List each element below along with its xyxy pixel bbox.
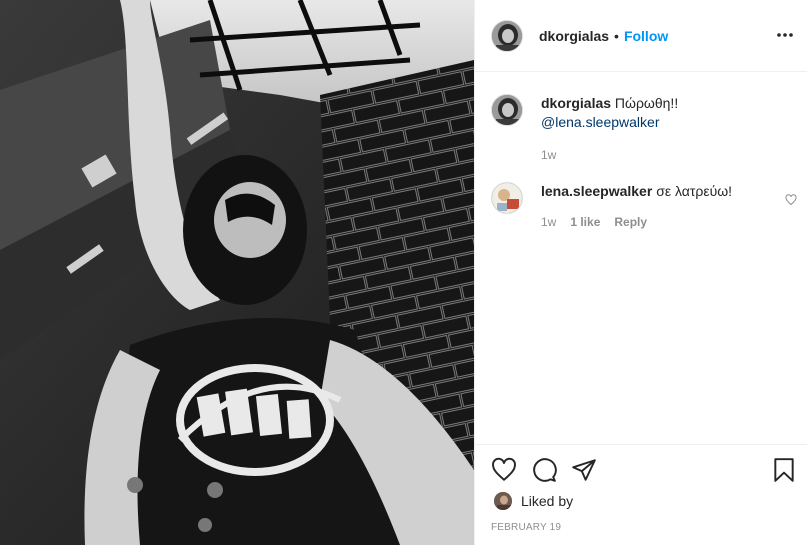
post-date[interactable]: FEBRUARY 19	[491, 522, 561, 533]
comment-likes[interactable]: 1 like	[570, 213, 600, 232]
share-icon[interactable]	[571, 457, 597, 483]
comment-time[interactable]: 1w	[541, 213, 556, 232]
comment-text: σε λατρεύω!	[656, 183, 733, 199]
action-icons	[491, 457, 794, 483]
caption-author[interactable]: dkorgialas	[541, 95, 611, 111]
actions-bar: Liked by FEBRUARY 19	[475, 444, 807, 545]
comment-author[interactable]: lena.sleepwalker	[541, 183, 652, 199]
reply-button[interactable]: Reply	[614, 213, 647, 232]
post-image	[0, 0, 474, 545]
commenter-avatar-image	[492, 183, 522, 213]
author-avatar[interactable]	[491, 19, 523, 52]
comment-icon[interactable]	[531, 457, 557, 483]
heart-icon[interactable]	[491, 457, 517, 483]
caption-item: dkorgialas Πώρωθη!! @lena.sleepwalker 1w	[491, 94, 791, 165]
caption-avatar-image	[492, 95, 522, 125]
comment-like-heart-icon[interactable]	[785, 194, 797, 206]
more-horizontal-icon[interactable]	[776, 26, 794, 44]
caption-avatar[interactable]	[491, 94, 523, 126]
instagram-post: dkorgialas • Follow dkorgialas Πώρωθη!! …	[0, 0, 807, 545]
caption-text: Πώρωθη!!	[614, 95, 679, 111]
comment-body: lena.sleepwalker σε λατρεύω! 1w 1 like R…	[541, 182, 761, 232]
caption-body: dkorgialas Πώρωθη!! @lena.sleepwalker 1w	[541, 94, 761, 165]
author-username[interactable]: dkorgialas	[539, 28, 609, 44]
follow-button[interactable]: Follow	[624, 28, 668, 44]
post-photo[interactable]	[0, 0, 474, 545]
liked-by-label: Liked by	[521, 493, 574, 509]
caption-meta: 1w	[541, 146, 761, 165]
comments-section: dkorgialas Πώρωθη!! @lena.sleepwalker 1w	[475, 72, 807, 444]
liker-avatar[interactable]	[493, 491, 513, 511]
post-sidebar: dkorgialas • Follow dkorgialas Πώρωθη!! …	[474, 0, 807, 545]
post-header: dkorgialas • Follow	[475, 0, 807, 72]
author-avatar-image	[492, 20, 522, 51]
commenter-avatar[interactable]	[491, 182, 523, 214]
caption-mention[interactable]: @lena.sleepwalker	[541, 113, 761, 132]
caption-time[interactable]: 1w	[541, 146, 556, 165]
liked-by[interactable]: Liked by	[493, 491, 573, 511]
bookmark-icon[interactable]	[771, 457, 797, 483]
separator-dot: •	[614, 27, 619, 44]
comment-item: lena.sleepwalker σε λατρεύω! 1w 1 like R…	[491, 182, 797, 232]
liker-avatar-image	[494, 492, 512, 510]
comment-meta: 1w 1 like Reply	[541, 213, 761, 232]
